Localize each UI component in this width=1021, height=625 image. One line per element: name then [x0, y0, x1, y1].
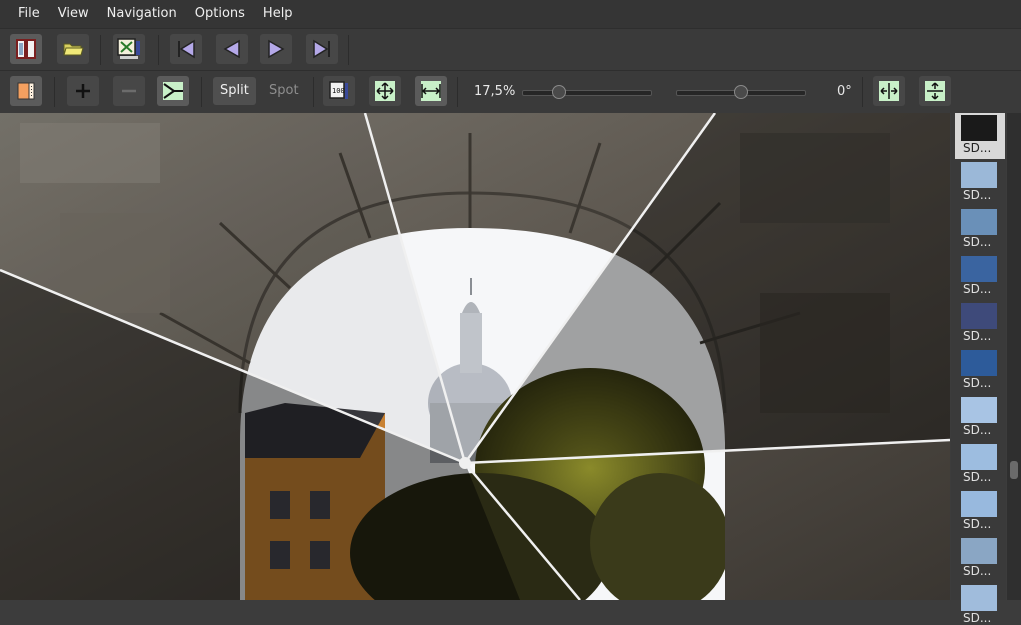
menu-view[interactable]: View	[50, 0, 97, 28]
side-panel-icon	[17, 82, 35, 100]
flip-vertical-button[interactable]	[919, 76, 951, 106]
folder-open-icon	[63, 43, 84, 56]
flip-horizontal-icon	[879, 81, 899, 101]
main-toolbar	[0, 28, 1021, 71]
zoom-out-button[interactable]	[113, 76, 145, 106]
arch-photo	[0, 113, 950, 600]
view-toolbar: Split Spot 100 17,5% 0°	[0, 70, 1021, 113]
thumbnail-image[interactable]	[961, 585, 997, 611]
rotation-slider-handle[interactable]	[734, 85, 748, 99]
compare-split-icon	[163, 82, 183, 100]
side-panel-button[interactable]	[10, 76, 42, 106]
menu-file[interactable]: File	[10, 0, 48, 28]
zoom-slider[interactable]	[522, 85, 652, 99]
image-info-button[interactable]	[113, 34, 145, 64]
thumbnail-image[interactable]	[961, 397, 997, 423]
fit-width-icon	[421, 81, 441, 101]
thumbnail-image[interactable]	[961, 444, 997, 470]
previous-image-button[interactable]	[216, 34, 248, 64]
thumbnail-label: SD...	[963, 235, 992, 249]
thumbnail-image[interactable]	[961, 350, 997, 376]
image-viewer[interactable]	[0, 113, 950, 600]
thumbnail-image[interactable]	[961, 162, 997, 188]
skip-to-last-icon	[313, 39, 330, 59]
arrow-right-icon	[268, 39, 285, 59]
thumbnail-image[interactable]	[961, 209, 997, 235]
plus-icon	[76, 84, 90, 98]
thumbnail-label: SD...	[963, 611, 992, 625]
menu-options[interactable]: Options	[187, 0, 253, 28]
split-toggle[interactable]: Split	[213, 77, 256, 105]
flip-horizontal-button[interactable]	[873, 76, 905, 106]
rotation-slider[interactable]	[676, 85, 806, 99]
book-icon	[16, 39, 36, 59]
thumbnail-image[interactable]	[961, 538, 997, 564]
thumbnail-label: SD...	[963, 470, 992, 484]
actual-size-icon: 100	[329, 81, 348, 99]
zoom-in-button[interactable]	[67, 76, 99, 106]
menu-bar: File View Navigation Options Help	[0, 0, 1021, 28]
book-view-button[interactable]	[10, 34, 42, 64]
fit-window-icon	[375, 81, 395, 101]
compare-mode-button[interactable]	[157, 76, 189, 106]
thumbnail-image[interactable]	[961, 256, 997, 282]
thumbnail-label: SD...	[963, 564, 992, 578]
scrollbar-thumb[interactable]	[1010, 461, 1018, 479]
split-center-handle	[459, 457, 471, 469]
zoom-value: 17,5%	[474, 84, 516, 99]
spot-toggle[interactable]: Spot	[262, 77, 306, 105]
flip-vertical-icon	[925, 81, 945, 101]
image-grid-icon	[117, 38, 140, 59]
next-image-button[interactable]	[260, 34, 292, 64]
last-image-button[interactable]	[306, 34, 338, 64]
rotation-value: 0°	[837, 84, 852, 99]
thumbnail-label: SD...	[963, 141, 992, 155]
thumbnail-label: SD...	[963, 188, 992, 202]
minus-icon	[122, 89, 136, 93]
first-image-button[interactable]	[170, 34, 202, 64]
thumbnail-label: SD...	[963, 282, 992, 296]
menu-help[interactable]: Help	[255, 0, 301, 28]
thumbnail-image[interactable]	[961, 303, 997, 329]
thumbnail-image[interactable]	[961, 115, 997, 141]
thumbnail-scrollbar[interactable]	[1007, 113, 1021, 600]
open-folder-button[interactable]	[57, 34, 89, 64]
thumbnail-label: SD...	[963, 517, 992, 531]
zoom-slider-handle[interactable]	[551, 85, 566, 99]
svg-text:100: 100	[332, 87, 345, 95]
skip-to-first-icon	[178, 39, 195, 59]
thumbnail-image[interactable]	[961, 491, 997, 517]
arrow-left-icon	[223, 39, 240, 59]
thumbnail-label: SD...	[963, 329, 992, 343]
thumbnail-label: SD...	[963, 376, 992, 390]
fit-to-window-button[interactable]	[369, 76, 401, 106]
menu-navigation[interactable]: Navigation	[99, 0, 185, 28]
thumbnail-strip: SD... SD... SD... SD... SD... SD... SD... SD...…	[951, 113, 1006, 625]
actual-size-button[interactable]: 100	[323, 76, 355, 106]
fit-width-button[interactable]	[415, 76, 447, 106]
thumbnail-label: SD...	[963, 423, 992, 437]
